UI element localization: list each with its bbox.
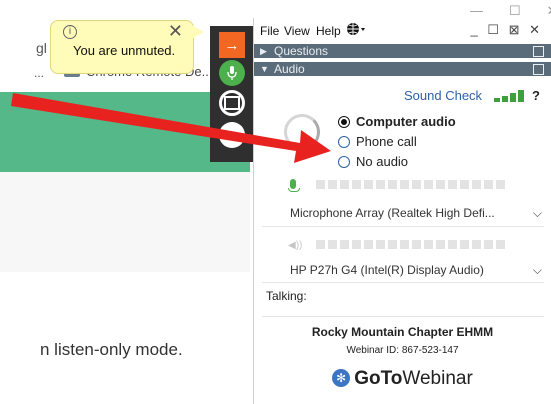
- red-pointer-arrow-icon: [11, 93, 331, 163]
